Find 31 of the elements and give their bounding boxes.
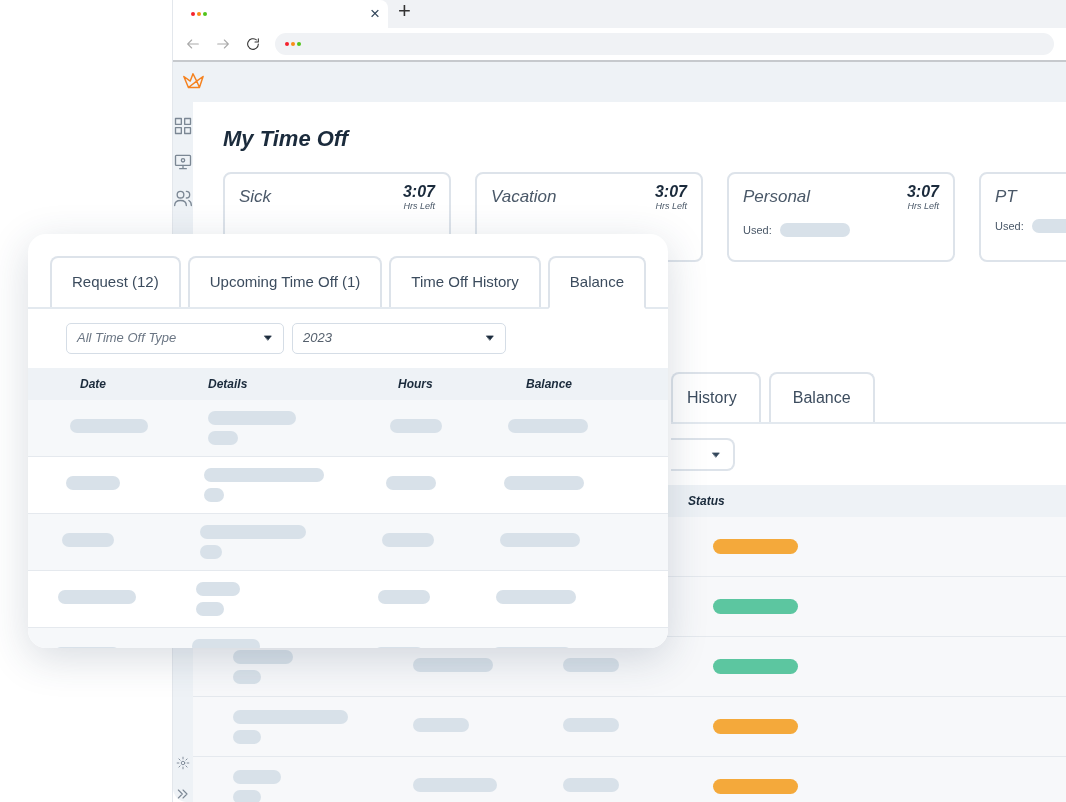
- used-label: Used:: [995, 218, 1024, 234]
- hours-unit: Hrs Left: [402, 200, 435, 214]
- column-header: Details: [208, 375, 249, 393]
- placeholder-text: All Time Off Type: [77, 329, 177, 348]
- leave-type: Vacation: [491, 186, 557, 209]
- used-label: Used:: [743, 222, 772, 238]
- hours-unit: Hrs Left: [654, 200, 687, 214]
- leave-type: Personal: [743, 186, 811, 209]
- column-header: Balance: [526, 375, 574, 393]
- close-button[interactable]: ×: [370, 1, 380, 27]
- tab[interactable]: Upcoming Time Off (1): [187, 256, 383, 307]
- tab[interactable]: Balance: [768, 372, 875, 423]
- hours-value: 3:07: [654, 184, 687, 201]
- new-tab-button[interactable]: +: [388, 0, 421, 28]
- page-title: My Time Off: [223, 126, 351, 153]
- tab[interactable]: Balance: [547, 256, 647, 309]
- column-header: Hours: [398, 375, 434, 393]
- selected-value: 2023: [303, 329, 332, 348]
- tab[interactable]: Time Off History: [389, 256, 541, 307]
- hours-unit: Hrs Left: [906, 200, 939, 214]
- leave-type: PT: [995, 186, 1017, 209]
- hours-value: 3:07: [906, 184, 939, 201]
- hours-value: 3:07: [402, 184, 435, 201]
- dropdown[interactable]: All Time Off Type: [66, 322, 284, 354]
- leave-type: Sick: [239, 186, 272, 209]
- browser-tab[interactable]: ×: [173, 0, 388, 28]
- dropdown[interactable]: 2023: [292, 322, 506, 354]
- column-header: Date: [80, 375, 107, 393]
- tab[interactable]: History: [671, 372, 761, 423]
- tab[interactable]: Request (12): [50, 256, 181, 307]
- column-header: Status: [688, 493, 725, 511]
